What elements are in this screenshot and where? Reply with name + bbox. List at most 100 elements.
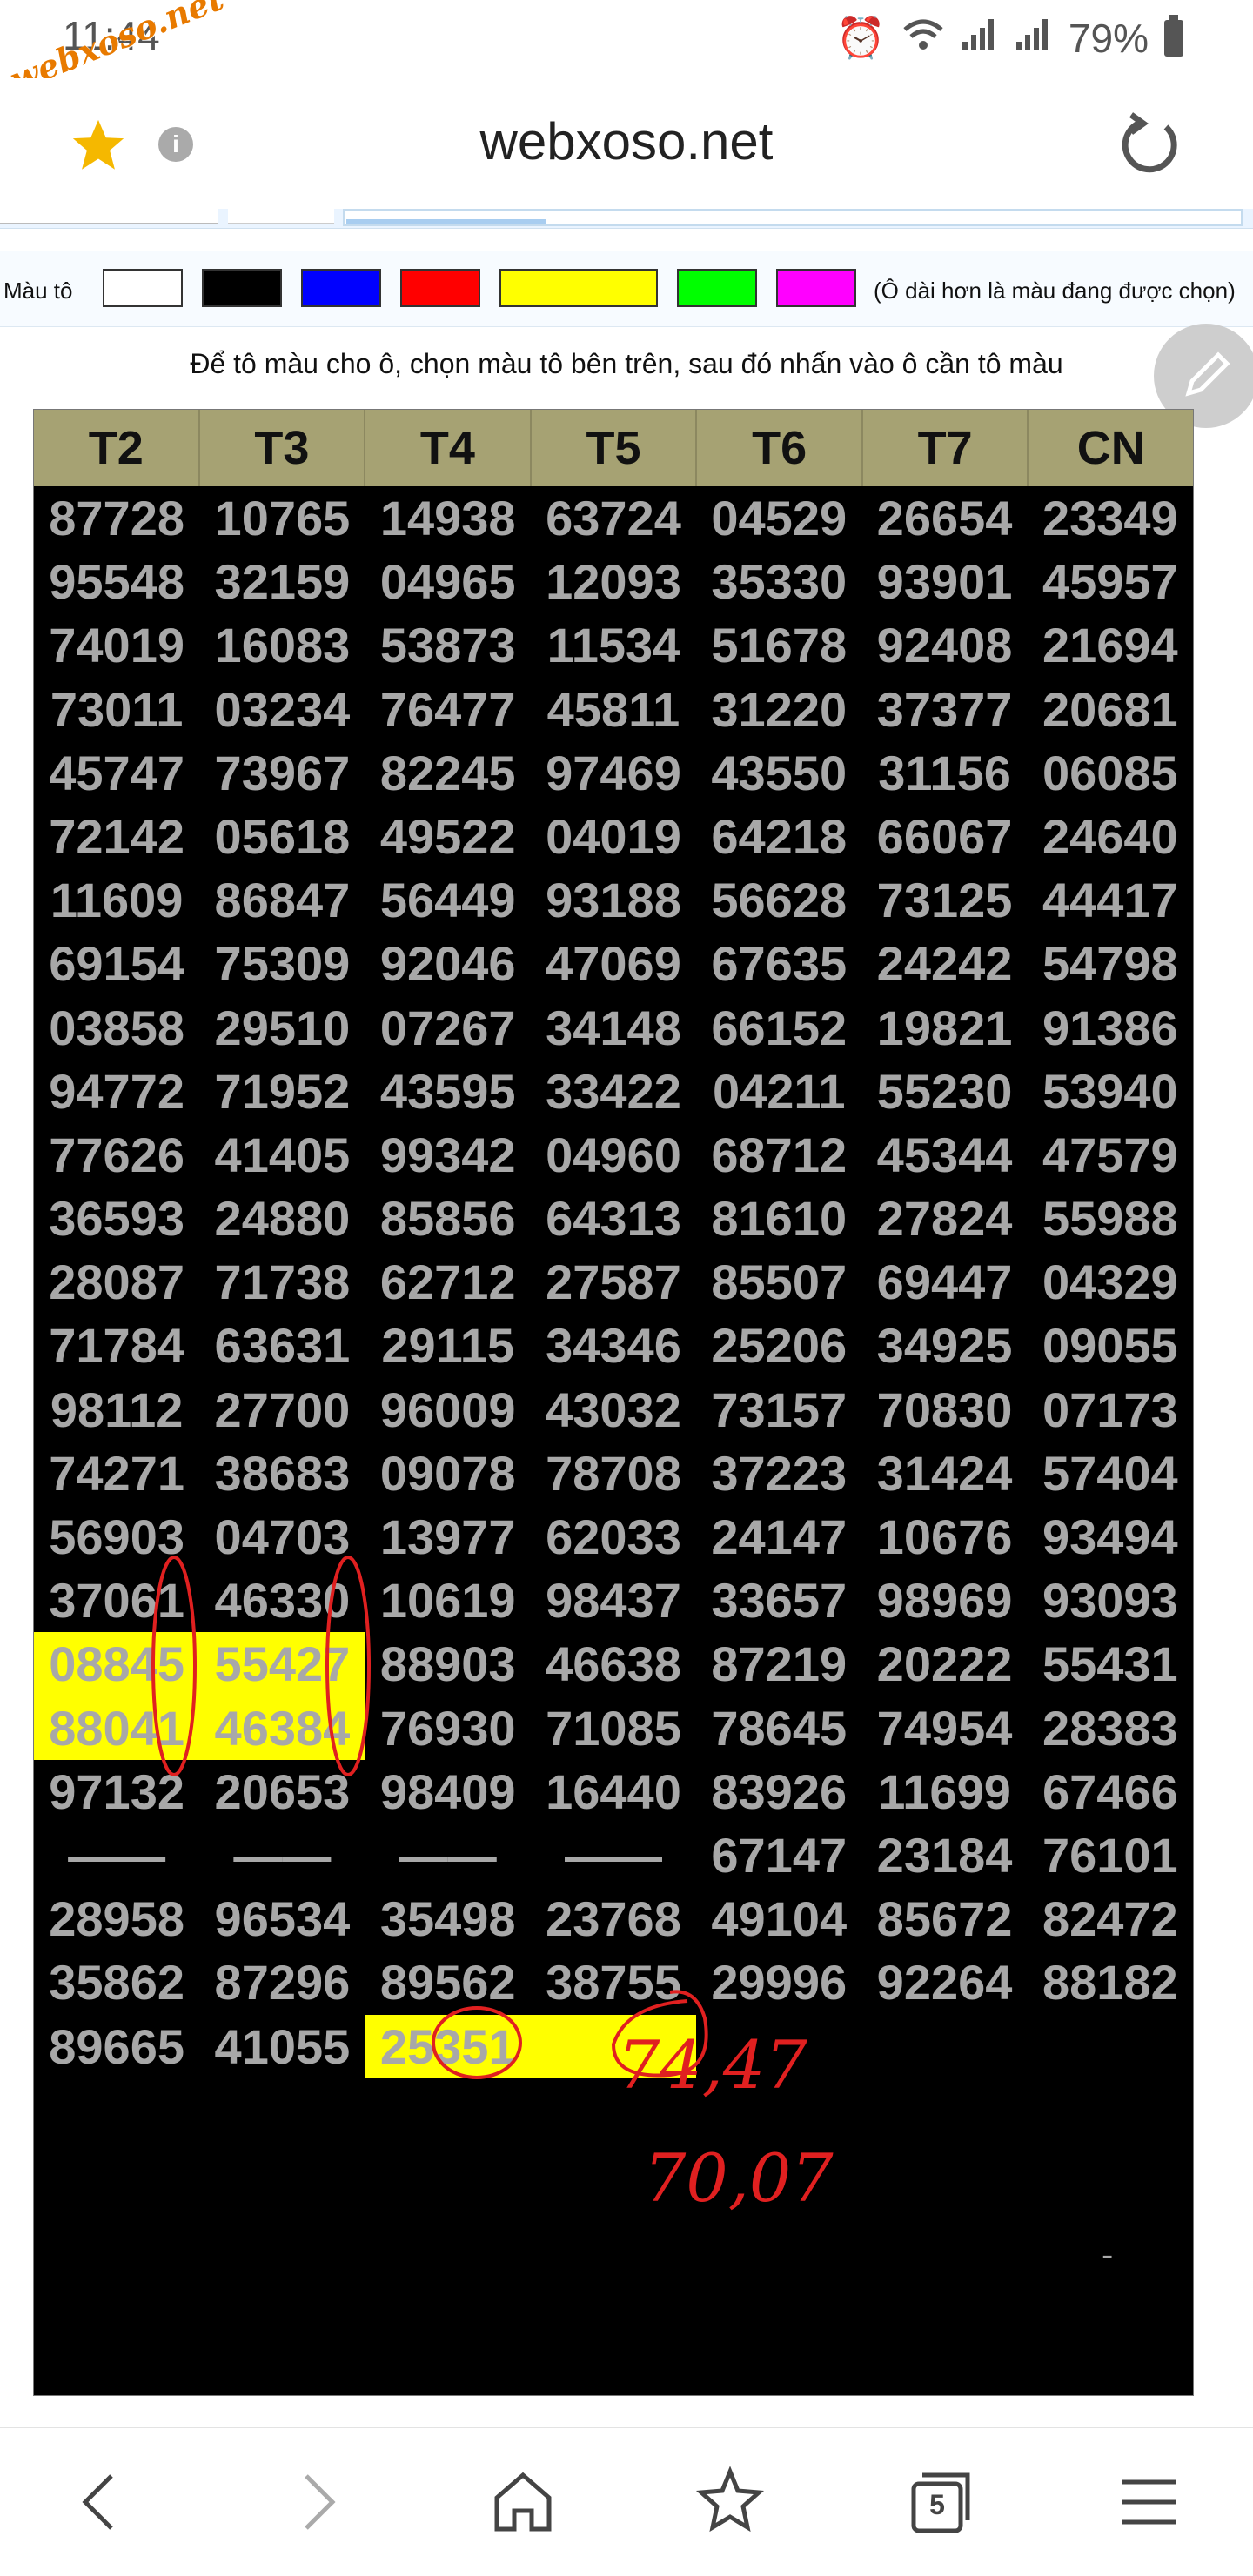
table-cell[interactable]: 33657 bbox=[696, 1569, 861, 1632]
table-cell[interactable]: 20222 bbox=[861, 1632, 1027, 1696]
table-cell[interactable]: 25206 bbox=[696, 1314, 861, 1377]
table-cell[interactable]: 10619 bbox=[365, 1569, 531, 1632]
table-cell[interactable]: 74954 bbox=[861, 1696, 1027, 1760]
table-cell[interactable]: 04529 bbox=[696, 486, 861, 550]
table-cell[interactable]: 56628 bbox=[696, 868, 861, 932]
table-cell[interactable]: 49104 bbox=[696, 1887, 861, 1950]
table-cell[interactable]: 82245 bbox=[365, 741, 531, 805]
table-cell[interactable]: 35498 bbox=[365, 1887, 531, 1950]
table-cell[interactable] bbox=[530, 2014, 697, 2078]
table-cell[interactable]: 51678 bbox=[696, 613, 861, 677]
table-cell[interactable]: 28383 bbox=[1028, 1696, 1193, 1760]
table-cell[interactable]: 09055 bbox=[1028, 1314, 1193, 1377]
page-tab[interactable] bbox=[228, 209, 334, 224]
table-cell[interactable]: 86847 bbox=[199, 868, 365, 932]
table-cell[interactable]: 34925 bbox=[861, 1314, 1027, 1377]
table-cell[interactable]: 95548 bbox=[34, 550, 199, 613]
table-cell[interactable]: 74271 bbox=[34, 1442, 199, 1505]
table-cell[interactable]: 20681 bbox=[1028, 678, 1193, 741]
table-cell[interactable]: 45747 bbox=[34, 741, 199, 805]
table-cell[interactable]: 25351 bbox=[365, 2014, 531, 2078]
table-cell[interactable]: 29996 bbox=[696, 1950, 861, 2014]
table-cell[interactable]: 23349 bbox=[1028, 486, 1193, 550]
menu-icon[interactable] bbox=[1110, 2463, 1189, 2541]
table-cell[interactable]: 70830 bbox=[861, 1378, 1027, 1442]
table-cell[interactable]: 07173 bbox=[1028, 1378, 1193, 1442]
table-cell[interactable]: 35330 bbox=[696, 550, 861, 613]
table-cell[interactable]: —— bbox=[34, 1823, 199, 1887]
table-cell[interactable]: 04703 bbox=[199, 1505, 365, 1569]
table-cell[interactable]: 98112 bbox=[34, 1378, 199, 1442]
table-cell[interactable]: 20653 bbox=[199, 1760, 365, 1823]
table-cell[interactable]: 37377 bbox=[861, 678, 1027, 741]
table-cell[interactable]: 04960 bbox=[531, 1123, 696, 1187]
table-cell[interactable]: 35862 bbox=[34, 1950, 199, 2014]
table-cell[interactable]: 38683 bbox=[199, 1442, 365, 1505]
table-cell[interactable]: 32159 bbox=[199, 550, 365, 613]
table-cell[interactable]: 73967 bbox=[199, 741, 365, 805]
table-cell[interactable]: 77626 bbox=[34, 1123, 199, 1187]
table-cell[interactable]: 85672 bbox=[861, 1887, 1027, 1950]
table-cell[interactable]: 23184 bbox=[861, 1823, 1027, 1887]
table-cell[interactable]: 46638 bbox=[531, 1632, 696, 1696]
table-cell[interactable]: 12093 bbox=[531, 550, 696, 613]
table-cell[interactable]: 54798 bbox=[1028, 932, 1193, 995]
table-cell[interactable]: 99342 bbox=[365, 1123, 531, 1187]
table-cell[interactable]: 47069 bbox=[531, 932, 696, 995]
table-cell[interactable] bbox=[1028, 2015, 1193, 2078]
table-cell[interactable]: 93093 bbox=[1028, 1569, 1193, 1632]
table-cell[interactable]: 55230 bbox=[861, 1060, 1027, 1123]
table-cell[interactable]: 10676 bbox=[861, 1505, 1027, 1569]
table-cell[interactable]: 04211 bbox=[696, 1060, 861, 1123]
table-cell[interactable]: 94772 bbox=[34, 1060, 199, 1123]
table-cell[interactable]: 67466 bbox=[1028, 1760, 1193, 1823]
table-cell[interactable]: 53873 bbox=[365, 613, 531, 677]
table-cell[interactable]: 06085 bbox=[1028, 741, 1193, 805]
table-cell[interactable]: 66067 bbox=[861, 805, 1027, 868]
table-cell[interactable]: 05618 bbox=[199, 805, 365, 868]
table-cell[interactable]: 45957 bbox=[1028, 550, 1193, 613]
table-cell[interactable]: 24640 bbox=[1028, 805, 1193, 868]
table-cell[interactable]: —— bbox=[531, 1823, 696, 1887]
swatch-magenta[interactable] bbox=[776, 269, 856, 307]
table-cell[interactable]: 73157 bbox=[696, 1378, 861, 1442]
table-cell[interactable]: 73011 bbox=[34, 678, 199, 741]
table-cell[interactable]: 78645 bbox=[696, 1696, 861, 1760]
table-cell[interactable]: 62033 bbox=[531, 1505, 696, 1569]
table-cell[interactable]: 74019 bbox=[34, 613, 199, 677]
table-cell[interactable]: 75309 bbox=[199, 932, 365, 995]
table-cell[interactable]: 92408 bbox=[861, 613, 1027, 677]
table-cell[interactable]: 27700 bbox=[199, 1378, 365, 1442]
table-cell[interactable]: 28958 bbox=[34, 1887, 199, 1950]
table-cell[interactable]: 87728 bbox=[34, 486, 199, 550]
table-cell[interactable]: 64218 bbox=[696, 805, 861, 868]
table-cell[interactable]: 88041 bbox=[34, 1696, 200, 1760]
table-cell[interactable]: 07267 bbox=[365, 996, 531, 1060]
table-cell[interactable]: 98409 bbox=[365, 1760, 531, 1823]
table-cell[interactable]: 92264 bbox=[861, 1950, 1027, 2014]
home-icon[interactable] bbox=[484, 2463, 562, 2541]
table-cell[interactable]: 04019 bbox=[531, 805, 696, 868]
table-cell[interactable]: 27587 bbox=[531, 1250, 696, 1314]
table-cell[interactable]: 29510 bbox=[199, 996, 365, 1060]
reload-icon[interactable] bbox=[1114, 110, 1183, 179]
table-cell[interactable]: 37223 bbox=[696, 1442, 861, 1505]
table-cell[interactable]: 43032 bbox=[531, 1378, 696, 1442]
table-cell[interactable]: 13977 bbox=[365, 1505, 531, 1569]
table-cell[interactable]: 93901 bbox=[861, 550, 1027, 613]
table-cell[interactable]: 71952 bbox=[199, 1060, 365, 1123]
table-cell[interactable]: 64313 bbox=[531, 1187, 696, 1250]
table-cell[interactable]: 19821 bbox=[861, 996, 1027, 1060]
table-cell[interactable] bbox=[696, 2015, 861, 2078]
table-cell[interactable]: 16083 bbox=[199, 613, 365, 677]
table-cell[interactable]: 21694 bbox=[1028, 613, 1193, 677]
table-cell[interactable]: 38755 bbox=[531, 1950, 696, 2014]
swatch-yellow-selected[interactable] bbox=[499, 269, 658, 307]
table-cell[interactable]: 33422 bbox=[531, 1060, 696, 1123]
swatch-red[interactable] bbox=[400, 269, 480, 307]
table-cell[interactable]: 44417 bbox=[1028, 868, 1193, 932]
table-cell[interactable]: 34148 bbox=[531, 996, 696, 1060]
table-cell[interactable]: 63631 bbox=[199, 1314, 365, 1377]
table-cell[interactable]: 96009 bbox=[365, 1378, 531, 1442]
table-cell[interactable]: 91386 bbox=[1028, 996, 1193, 1060]
